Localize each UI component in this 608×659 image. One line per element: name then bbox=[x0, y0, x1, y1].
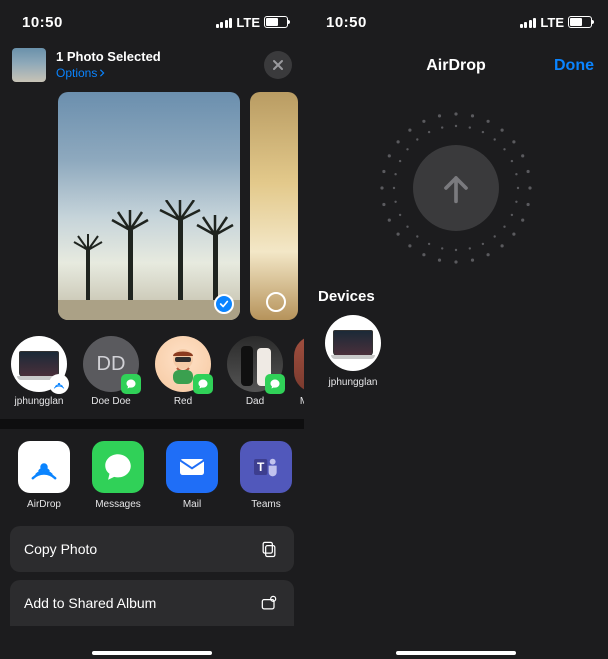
action-label: Add to Shared Album bbox=[24, 595, 156, 611]
actions-list: Copy Photo Add to Shared Album bbox=[0, 526, 304, 626]
app-messages[interactable]: Messages bbox=[88, 441, 148, 510]
device-label: jphungglan bbox=[318, 377, 388, 388]
signal-icon bbox=[520, 16, 537, 28]
mail-icon bbox=[166, 441, 218, 493]
initials-avatar: DD bbox=[83, 336, 139, 392]
preview-photo-1[interactable] bbox=[58, 92, 240, 320]
contact-jphungglan[interactable]: jphungglan bbox=[6, 336, 72, 407]
contact-dad[interactable]: Dad bbox=[222, 336, 288, 407]
radar-dots-icon bbox=[376, 108, 536, 268]
home-indicator[interactable] bbox=[396, 651, 516, 655]
contact-doe-doe[interactable]: DD Doe Doe bbox=[78, 336, 144, 407]
status-right: LTE bbox=[520, 15, 592, 30]
close-button[interactable] bbox=[264, 51, 292, 79]
svg-text:T: T bbox=[257, 460, 265, 474]
page-title: AirDrop bbox=[426, 57, 486, 75]
macbook-icon bbox=[19, 351, 59, 377]
device-avatar bbox=[325, 315, 381, 371]
app-label: AirDrop bbox=[27, 499, 61, 510]
airdrop-icon bbox=[18, 441, 70, 493]
network-label: LTE bbox=[236, 15, 260, 30]
action-copy-photo[interactable]: Copy Photo bbox=[10, 526, 294, 572]
close-icon bbox=[272, 59, 284, 71]
airdrop-screen: 10:50 LTE AirDrop Done bbox=[304, 0, 608, 659]
macbook-icon bbox=[333, 330, 373, 356]
status-right: LTE bbox=[216, 15, 288, 30]
contact-label: Red bbox=[150, 396, 216, 407]
app-mail[interactable]: Mail bbox=[162, 441, 222, 510]
status-bar: 10:50 LTE bbox=[0, 0, 304, 44]
network-label: LTE bbox=[540, 15, 564, 30]
battery-icon bbox=[568, 16, 592, 28]
photo-avatar bbox=[227, 336, 283, 392]
contact-label: M bbox=[294, 396, 304, 407]
airdrop-device-avatar bbox=[11, 336, 67, 392]
photo-avatar bbox=[294, 336, 304, 392]
messages-badge-icon bbox=[265, 374, 285, 394]
done-button[interactable]: Done bbox=[554, 57, 594, 75]
memoji-avatar bbox=[155, 336, 211, 392]
contact-label: jphungglan bbox=[6, 396, 72, 407]
home-indicator[interactable] bbox=[92, 651, 212, 655]
devices-label: Devices bbox=[318, 288, 594, 305]
selected-photo-thumb bbox=[12, 48, 46, 82]
contact-row[interactable]: jphungglan DD Doe Doe bbox=[0, 336, 304, 419]
signal-icon bbox=[216, 16, 233, 28]
status-time: 10:50 bbox=[22, 14, 63, 31]
messages-badge-icon bbox=[121, 374, 141, 394]
app-label: Teams bbox=[251, 499, 280, 510]
teams-icon: T bbox=[240, 441, 292, 493]
airdrop-radar bbox=[304, 88, 608, 288]
app-teams[interactable]: T Teams bbox=[236, 441, 296, 510]
shared-album-icon bbox=[258, 592, 280, 614]
contact-label: Doe Doe bbox=[78, 396, 144, 407]
contact-more[interactable]: M bbox=[294, 336, 304, 407]
app-label: Messages bbox=[95, 499, 141, 510]
preview-photo-2[interactable] bbox=[250, 92, 298, 320]
app-label: Mail bbox=[183, 499, 201, 510]
copy-icon bbox=[258, 538, 280, 560]
app-row[interactable]: AirDrop Messages Mail T Teams bbox=[0, 429, 304, 526]
contact-red[interactable]: Red bbox=[150, 336, 216, 407]
status-bar: 10:50 LTE bbox=[304, 0, 608, 44]
device-jphungglan[interactable]: jphungglan bbox=[318, 315, 388, 388]
unselected-ring-icon bbox=[266, 292, 286, 312]
battery-icon bbox=[264, 16, 288, 28]
app-airdrop[interactable]: AirDrop bbox=[14, 441, 74, 510]
messages-icon bbox=[92, 441, 144, 493]
preview-strip[interactable] bbox=[0, 92, 304, 336]
action-label: Copy Photo bbox=[24, 541, 97, 557]
nav-header: AirDrop Done bbox=[304, 44, 608, 88]
status-time: 10:50 bbox=[326, 14, 367, 31]
devices-section: Devices jphungglan bbox=[304, 288, 608, 388]
contact-label: Dad bbox=[222, 396, 288, 407]
action-add-shared-album[interactable]: Add to Shared Album bbox=[10, 580, 294, 626]
selected-check-icon bbox=[214, 294, 234, 314]
airdrop-badge-icon bbox=[49, 374, 69, 394]
share-sheet-screen: 10:50 LTE 1 Photo Selected Options bbox=[0, 0, 304, 659]
options-button[interactable]: Options bbox=[56, 66, 106, 80]
share-title: 1 Photo Selected bbox=[56, 49, 254, 64]
messages-badge-icon bbox=[193, 374, 213, 394]
share-header: 1 Photo Selected Options bbox=[0, 44, 304, 92]
